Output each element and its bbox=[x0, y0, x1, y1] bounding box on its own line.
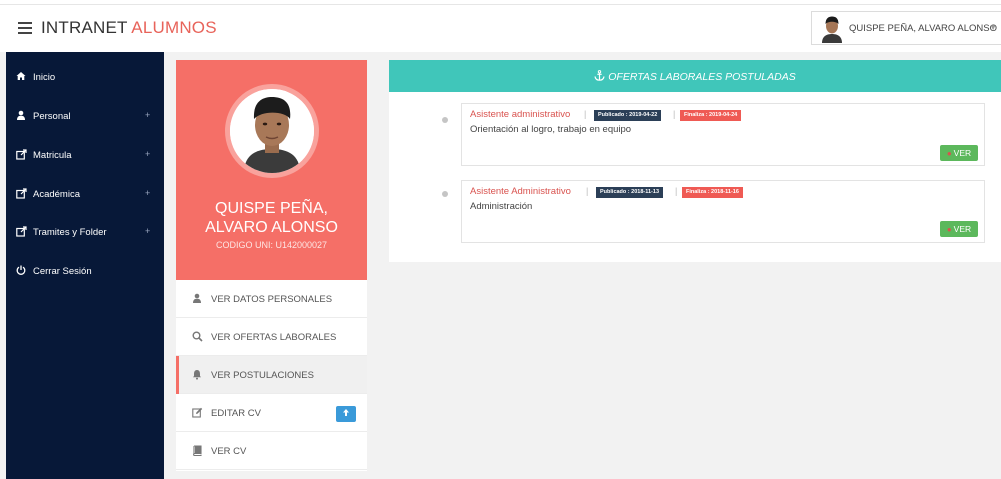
timeline-bullet bbox=[442, 117, 448, 123]
user-menu-dropdown[interactable]: QUISPE PEÑA, ALVARO ALONSO ▼ bbox=[811, 11, 1001, 45]
bell-icon bbox=[191, 369, 203, 381]
upload-cv-button[interactable] bbox=[336, 406, 356, 422]
profile-menu: VER DATOS PERSONALES VER OFERTAS LABORAL… bbox=[176, 280, 367, 471]
sidebar-item-matricula[interactable]: Matricula + bbox=[6, 144, 164, 168]
sidebar-item-inicio[interactable]: Inicio bbox=[6, 66, 164, 90]
hamburger-menu-icon[interactable] bbox=[18, 22, 32, 34]
sidebar-item-label: Inicio bbox=[33, 72, 56, 83]
student-portrait bbox=[230, 89, 314, 173]
user-icon bbox=[15, 110, 27, 122]
sidebar-item-cerrar-sesion[interactable]: Cerrar Sesión bbox=[6, 260, 164, 284]
offers-panel-header: OFERTAS LABORALES POSTULADAS bbox=[389, 60, 1001, 92]
ver-button[interactable]: ● VER bbox=[940, 221, 978, 237]
ends-badge: Finaliza : 2018-11-16 bbox=[682, 187, 743, 198]
separator: | bbox=[673, 109, 676, 119]
profile-name-line1: QUISPE PEÑA, bbox=[215, 200, 328, 217]
student-code: CODIGO UNI: U142000027 bbox=[215, 240, 328, 250]
anchor-icon bbox=[594, 70, 605, 81]
menu-item-label: VER DATOS PERSONALES bbox=[211, 294, 333, 305]
offers-panel-title: OFERTAS LABORALES POSTULADAS bbox=[389, 70, 1001, 83]
expand-plus-icon: + bbox=[145, 188, 151, 198]
sidebar: Inicio Personal + Matricula + Académica … bbox=[6, 52, 164, 479]
book-icon bbox=[191, 445, 203, 457]
sidebar-item-personal[interactable]: Personal + bbox=[6, 105, 164, 129]
ver-button-label: VER bbox=[953, 148, 972, 158]
expand-plus-icon: + bbox=[145, 226, 151, 236]
menu-item-ofertas-laborales[interactable]: VER OFERTAS LABORALES bbox=[176, 318, 367, 356]
menu-item-label: EDITAR CV bbox=[211, 408, 261, 419]
separator: | bbox=[586, 186, 589, 196]
user-name: QUISPE PEÑA, ALVARO ALONSO bbox=[849, 23, 998, 34]
menu-item-label: VER OFERTAS LABORALES bbox=[211, 332, 337, 343]
ver-button[interactable]: ● VER bbox=[940, 145, 978, 161]
separator: | bbox=[584, 109, 587, 119]
brand-logo[interactable]: INTRANET ALUMNOS bbox=[41, 18, 217, 38]
separator: | bbox=[675, 186, 678, 196]
brand-main-text: INTRANET bbox=[41, 18, 128, 37]
menu-item-label: VER POSTULACIONES bbox=[211, 370, 314, 381]
brand-accent-text: ALUMNOS bbox=[131, 18, 217, 37]
ends-badge: Finaliza : 2019-04-24 bbox=[680, 110, 742, 121]
job-description: Orientación al logro, trabajo en equipo bbox=[470, 124, 632, 135]
user-avatar bbox=[820, 15, 844, 43]
menu-item-editar-cv[interactable]: EDITAR CV bbox=[176, 394, 367, 432]
top-navbar: INTRANET ALUMNOS QUISPE PEÑA, ALVARO ALO… bbox=[0, 5, 1001, 52]
sidebar-item-tramites[interactable]: Tramites y Folder + bbox=[6, 221, 164, 245]
profile-photo bbox=[230, 89, 314, 173]
upload-icon bbox=[343, 409, 349, 416]
comment-icon: ● bbox=[946, 149, 952, 158]
timeline-bullet bbox=[442, 191, 448, 197]
menu-item-postulaciones[interactable]: VER POSTULACIONES bbox=[176, 356, 367, 394]
user-icon bbox=[191, 293, 203, 305]
sidebar-item-label: Académica bbox=[33, 189, 80, 200]
profile-name: QUISPE PEÑA, ALVARO ALONSO bbox=[176, 199, 367, 237]
edit-icon bbox=[191, 407, 203, 419]
external-link-icon bbox=[15, 226, 27, 238]
search-icon bbox=[191, 331, 203, 343]
profile-photo-ring bbox=[225, 84, 319, 178]
expand-plus-icon: + bbox=[145, 110, 151, 120]
sidebar-item-label: Personal bbox=[33, 111, 71, 122]
profile-name-line2: ALVARO ALONSO bbox=[205, 219, 338, 236]
menu-item-datos-personales[interactable]: VER DATOS PERSONALES bbox=[176, 280, 367, 318]
external-link-icon bbox=[15, 149, 27, 161]
chevron-down-icon: ▼ bbox=[989, 23, 997, 32]
published-badge: Publicado : 2019-04-22 bbox=[594, 110, 662, 121]
menu-item-label: VER CV bbox=[211, 446, 247, 457]
job-title: Asistente Administrativo bbox=[470, 186, 571, 197]
ver-button-label: VER bbox=[953, 224, 972, 234]
published-badge: Publicado : 2018-11-13 bbox=[596, 187, 663, 198]
sidebar-item-label: Cerrar Sesión bbox=[33, 266, 92, 277]
job-card: Asistente Administrativo | Publicado : 2… bbox=[461, 180, 985, 243]
sidebar-item-academica[interactable]: Académica + bbox=[6, 183, 164, 207]
home-icon bbox=[15, 71, 27, 83]
job-card: Asistente administrativo | Publicado : 2… bbox=[461, 103, 985, 166]
external-link-icon bbox=[15, 188, 27, 200]
sidebar-item-label: Matricula bbox=[33, 150, 72, 161]
profile-card: QUISPE PEÑA, ALVARO ALONSO CODIGO UNI: U… bbox=[176, 60, 367, 280]
offers-panel: OFERTAS LABORALES POSTULADAS Asistente a… bbox=[389, 60, 1001, 262]
job-title: Asistente administrativo bbox=[470, 109, 571, 120]
power-icon bbox=[15, 265, 27, 277]
job-description: Administración bbox=[470, 201, 533, 212]
offers-panel-title-text: OFERTAS LABORALES POSTULADAS bbox=[608, 71, 796, 83]
expand-plus-icon: + bbox=[145, 149, 151, 159]
comment-icon: ● bbox=[946, 225, 952, 234]
menu-item-ver-cv[interactable]: VER CV bbox=[176, 432, 367, 470]
sidebar-item-label: Tramites y Folder bbox=[33, 227, 107, 238]
